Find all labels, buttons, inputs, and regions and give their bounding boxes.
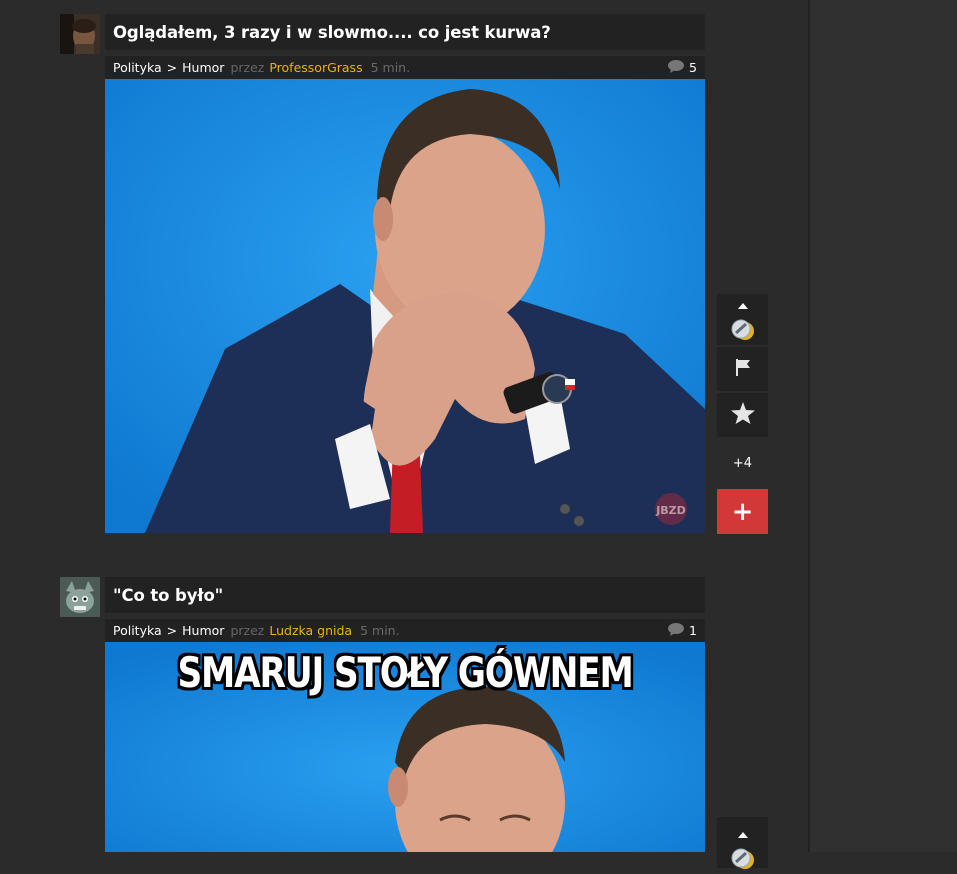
chevron-up-icon [737,294,748,313]
favorite-button[interactable] [717,393,768,437]
post-time: 5 min. [360,623,400,638]
right-sidebar [808,0,957,852]
score-count: +4 [732,456,753,471]
svg-text:JBZD: JBZD [655,504,686,517]
breadcrumb-separator: > [166,623,178,638]
comment-count: 1 [689,623,697,638]
post-title-bar[interactable]: "Co to było" [105,577,705,613]
star-icon [730,402,755,428]
post-2: "Co to było" Polityka > Humor przez Ludz… [0,577,808,852]
comments-link[interactable]: 5 [668,59,697,76]
chevron-up-icon [737,823,748,842]
post-image[interactable]: JBZD [105,79,705,533]
by-label: przez [230,60,265,75]
by-label: przez [230,623,265,638]
subcategory-link[interactable]: Humor [182,623,224,638]
category-link[interactable]: Polityka [113,60,162,75]
comments-link[interactable]: 1 [668,622,697,639]
meme-caption: SMARUJ STOŁY GÓWNEM [177,648,633,697]
comment-bubble-icon [668,622,685,639]
vote-up-button[interactable] [717,817,768,869]
medal-icon [730,319,756,345]
subcategory-link[interactable]: Humor [182,60,224,75]
flag-icon [734,358,752,380]
breadcrumb-separator: > [166,60,178,75]
author-link[interactable]: ProfessorGrass [269,60,362,75]
vote-up-button[interactable] [717,294,768,345]
post-title[interactable]: Oglądałem, 3 razy i w slowmo.... co jest… [113,23,551,42]
category-link[interactable]: Polityka [113,623,162,638]
post-1: Oglądałem, 3 razy i w slowmo.... co jest… [0,14,808,534]
vote-panel-1: +4 + [717,294,768,534]
post-image[interactable]: SMARUJ STOŁY GÓWNEM [105,642,705,852]
watermark-logo: JBZD [655,493,687,525]
plus-button[interactable]: + [717,489,768,534]
comment-bubble-icon [668,59,685,76]
post-title-bar[interactable]: Oglądałem, 3 razy i w slowmo.... co jest… [105,14,705,50]
author-avatar[interactable] [60,577,100,617]
author-link[interactable]: Ludzka gnida [269,623,352,638]
post-meta: Polityka > Humor przez ProfessorGrass 5 … [105,56,705,79]
report-button[interactable] [717,347,768,391]
comment-count: 5 [689,60,697,75]
post-time: 5 min. [370,60,411,75]
post-meta: Polityka > Humor przez Ludzka gnida 5 mi… [105,619,705,642]
post-title[interactable]: "Co to było" [113,586,223,605]
author-avatar[interactable] [60,14,100,54]
vote-panel-2 [717,817,768,869]
